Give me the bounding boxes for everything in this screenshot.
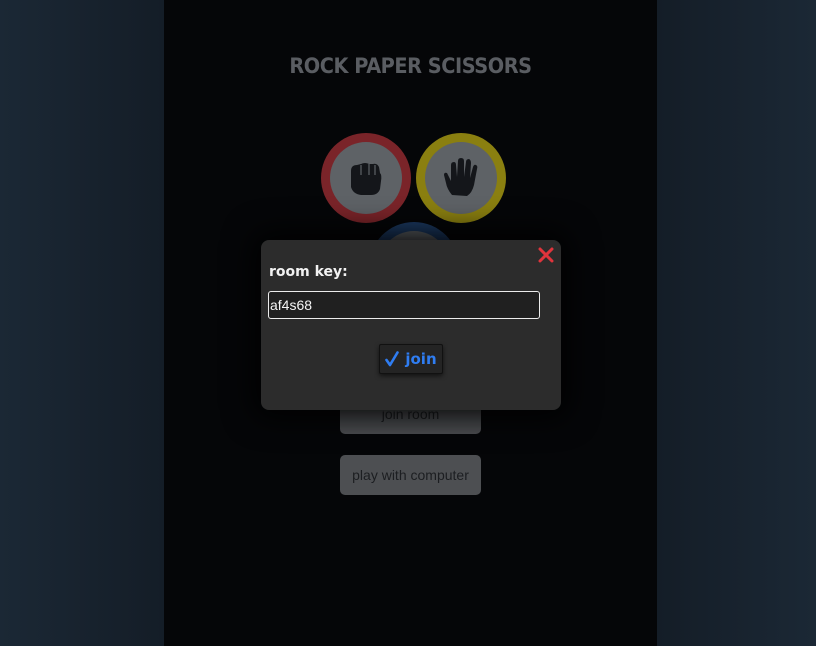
paper-choice[interactable] (416, 133, 506, 223)
room-key-label: room key: (269, 264, 348, 280)
join-room-dialog: room key: join (261, 240, 561, 410)
fist-icon (351, 163, 382, 195)
play-with-computer-button[interactable]: play with computer (340, 455, 481, 495)
room-key-input[interactable] (268, 291, 540, 319)
join-button[interactable]: join (379, 344, 443, 374)
rock-choice[interactable] (321, 133, 411, 223)
open-hand-icon (444, 158, 478, 196)
checkmark-icon (385, 351, 400, 367)
left-background-panel (0, 0, 164, 646)
join-button-label: join (405, 350, 437, 368)
close-button[interactable] (537, 246, 555, 264)
right-background-panel (657, 0, 816, 646)
close-icon (538, 247, 554, 263)
game-title: ROCK PAPER SCISSORS (289, 54, 532, 78)
